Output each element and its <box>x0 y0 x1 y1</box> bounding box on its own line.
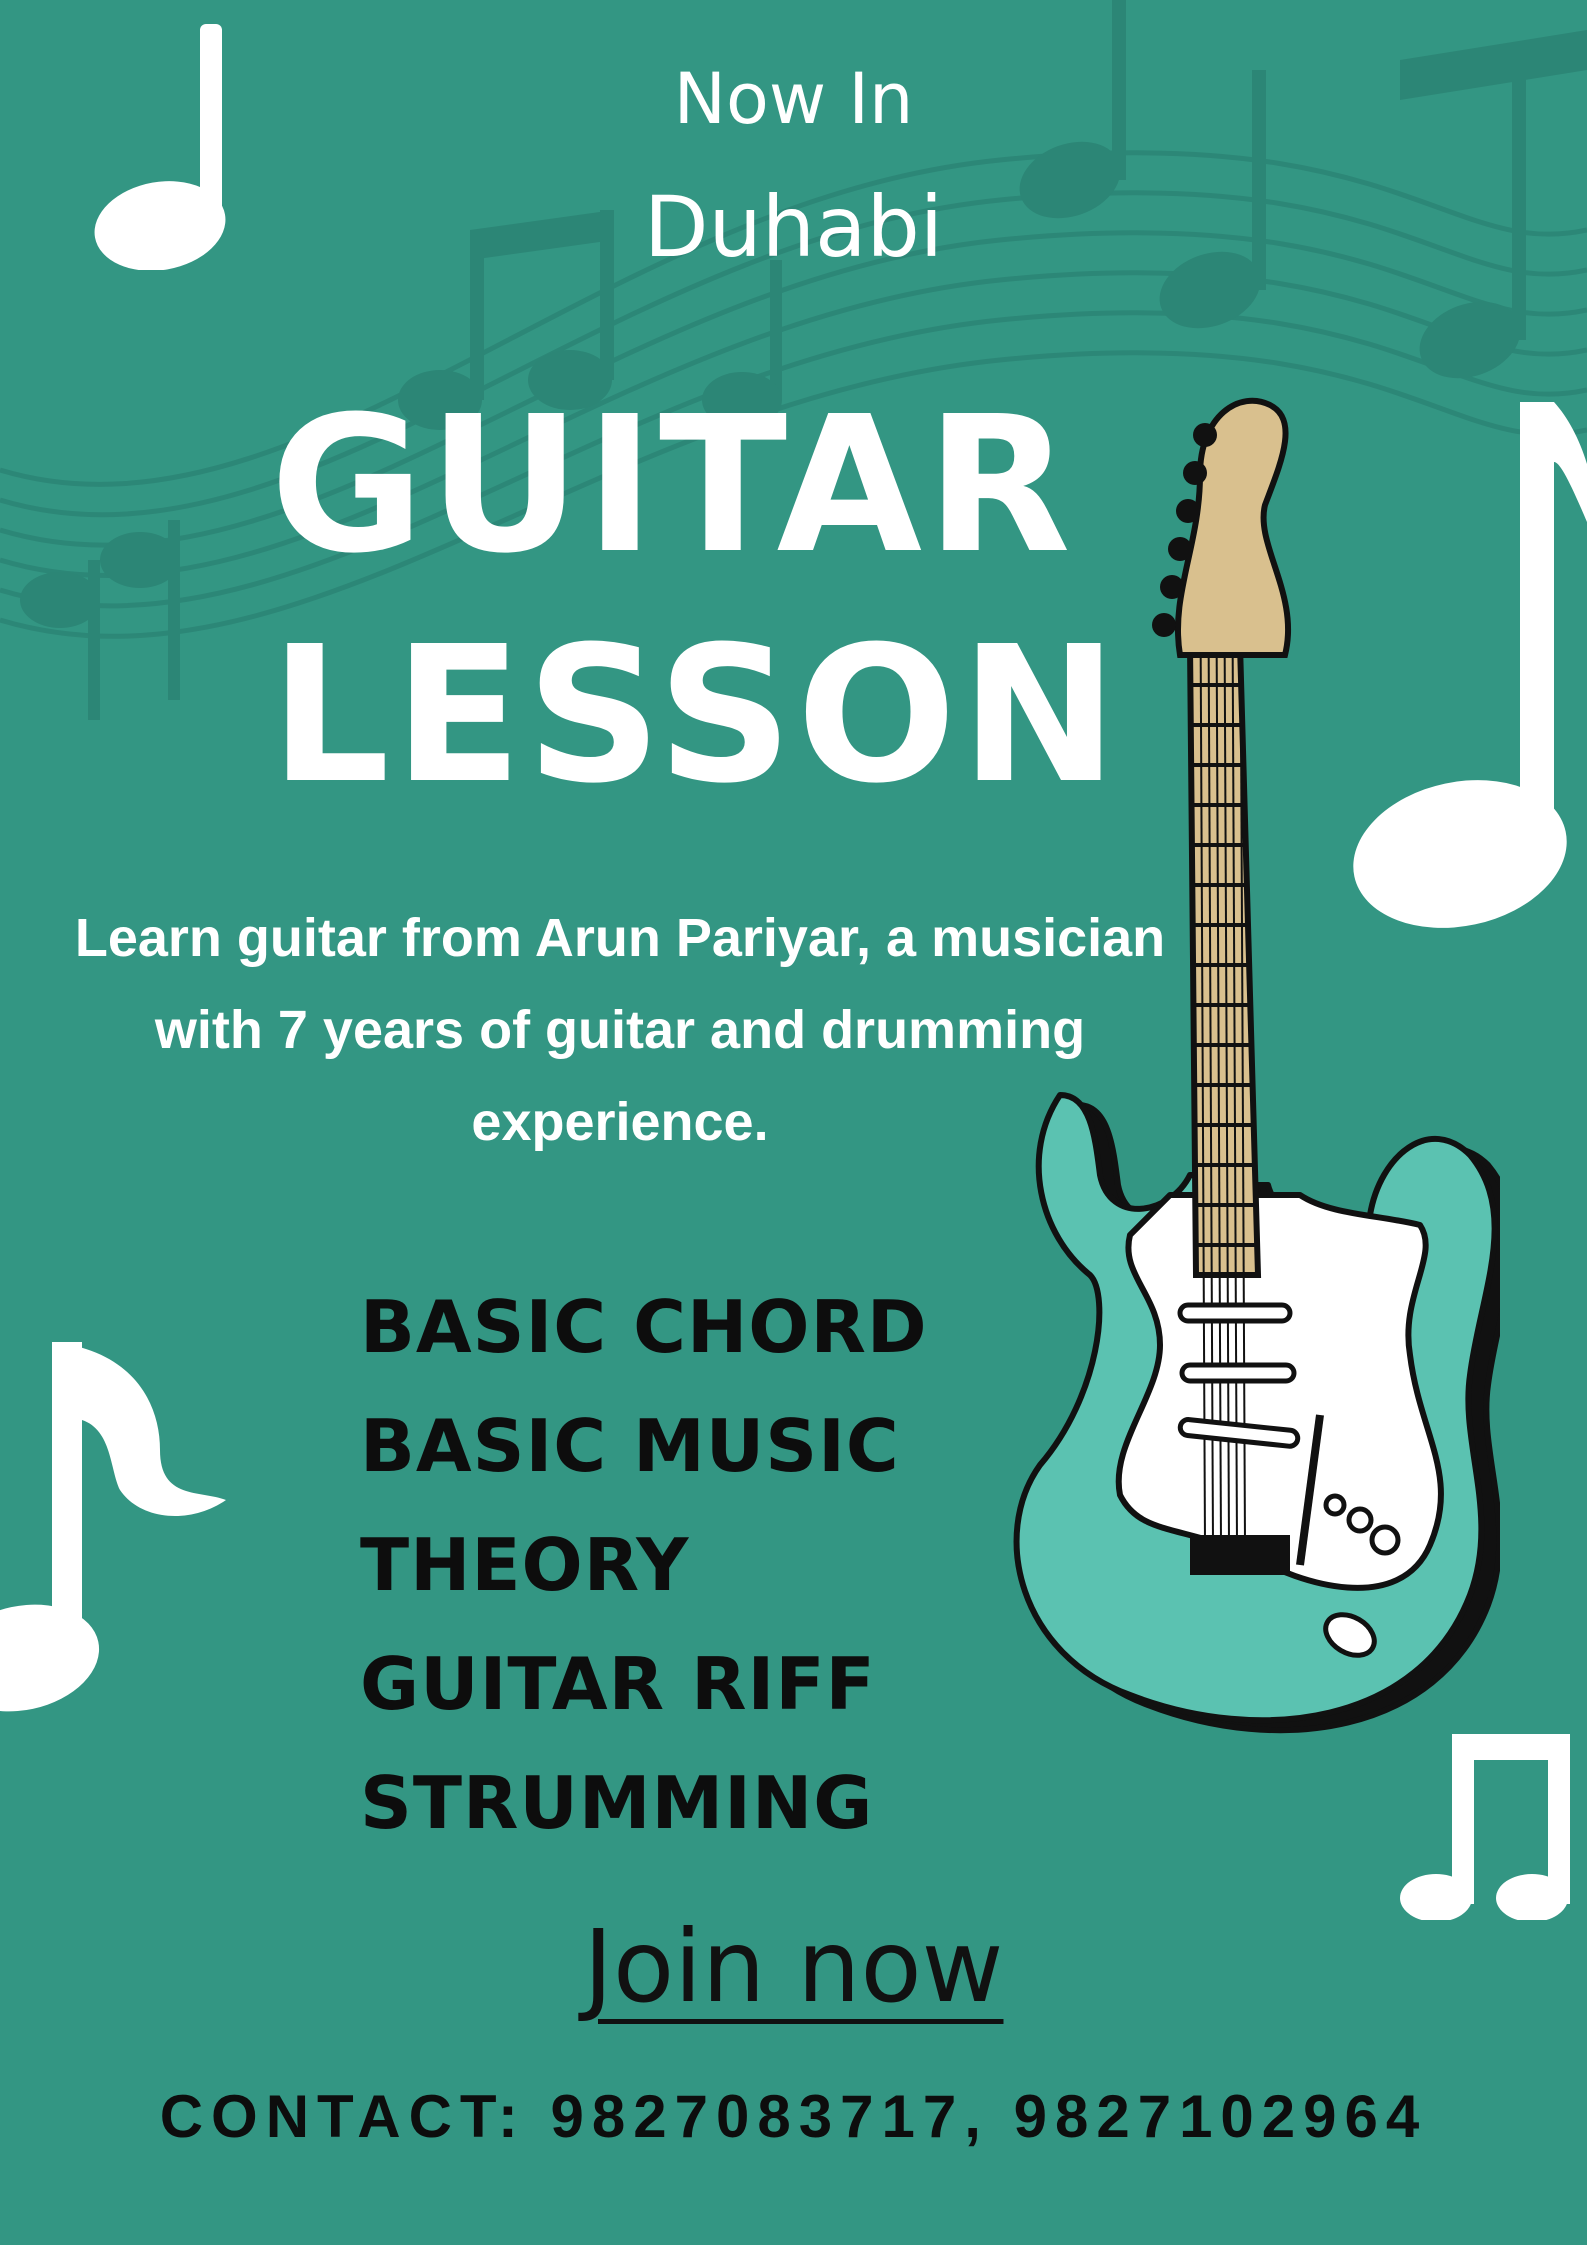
now-in-label: Now In <box>673 58 914 140</box>
topic-item: GUITAR RIFF <box>360 1642 876 1726</box>
city-name: Duhabi <box>643 178 944 276</box>
title-line-1: GUITAR <box>270 376 1075 595</box>
eighth-note-icon <box>0 1342 226 1712</box>
join-now-container: Join now <box>0 1908 1587 2025</box>
title-line-2: LESSON <box>270 606 1122 825</box>
topic-item: STRUMMING <box>360 1761 874 1845</box>
topic-item: BASIC MUSIC <box>360 1404 900 1488</box>
join-now-link[interactable]: Join now <box>584 1908 1004 2025</box>
topic-item: BASIC CHORD <box>360 1285 928 1369</box>
topics-list: BASIC CHORD BASIC MUSIC THEORY GUITAR RI… <box>360 1268 928 1863</box>
description-text: Learn guitar from Arun Pariyar, a musici… <box>74 908 1166 1152</box>
topic-item: THEORY <box>360 1523 690 1607</box>
contact-info: CONTACT: 9827083717, 9827102964 <box>159 2083 1428 2150</box>
